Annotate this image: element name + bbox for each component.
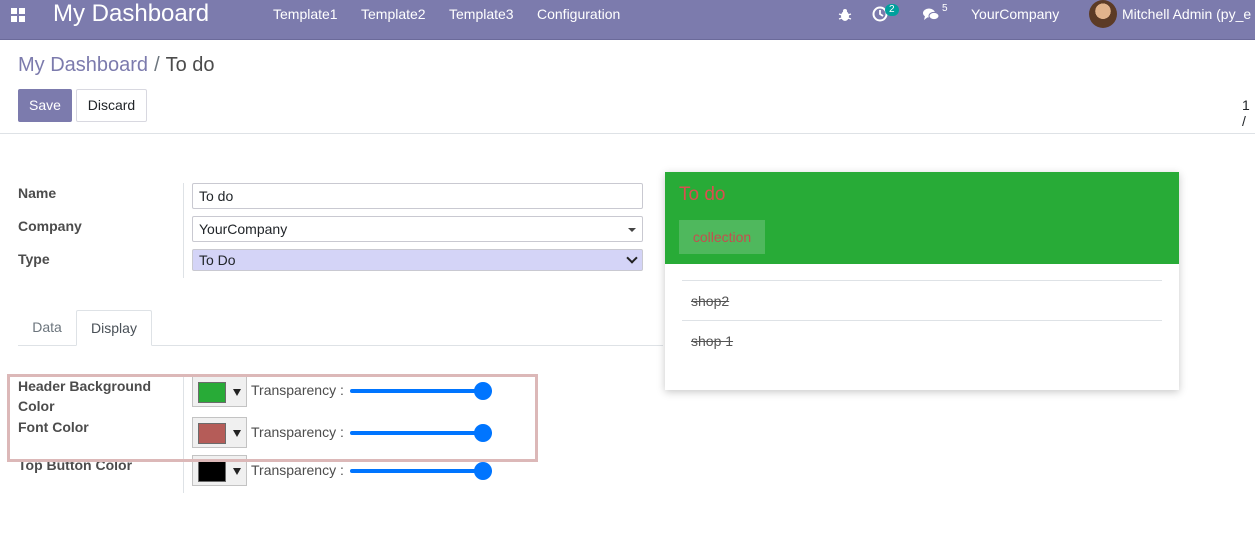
app-brand[interactable]: My Dashboard [53,1,209,27]
type-select[interactable]: To Do [192,249,643,271]
top-button-transparency-label: Transparency : [251,462,344,478]
breadcrumb-separator: / [154,54,160,76]
company-field[interactable]: YourCompany [192,216,643,242]
pager[interactable]: 1 / [1242,97,1255,129]
company-switcher[interactable]: YourCompany [971,6,1059,22]
chat-bubbles-icon[interactable] [922,7,940,22]
breadcrumb-current: To do [165,54,215,76]
list-item[interactable]: shop 1 [682,321,1162,361]
name-field[interactable]: To do [192,183,643,209]
activity-count-badge: 2 [885,4,899,16]
triangle-down-icon [233,468,241,475]
discard-button[interactable]: Discard [76,89,147,122]
menu-template1[interactable]: Template1 [273,6,338,22]
user-menu[interactable]: Mitchell Admin (py_e [1122,6,1251,22]
top-button-color-swatch [198,461,226,482]
tab-data[interactable]: Data [18,310,76,346]
control-panel: My Dashboard / To do Save Discard 1 / [0,40,1255,134]
preview-item-list: shop2 shop 1 [682,280,1162,361]
type-value: To Do [199,252,236,268]
user-avatar[interactable] [1089,0,1117,28]
chevron-down-icon[interactable] [626,252,638,264]
bug-icon[interactable] [838,8,852,22]
company-label: Company [18,218,82,234]
tab-display[interactable]: Display [76,310,152,346]
menu-template3[interactable]: Template3 [449,6,514,22]
slider-thumb[interactable] [474,462,492,480]
preview-card: To do collection shop2 shop 1 [665,172,1179,390]
name-label: Name [18,185,57,201]
highlight-box [7,374,538,462]
messages-count: 5 [942,3,948,14]
apps-grid-icon[interactable] [11,8,25,22]
list-item[interactable]: shop2 [682,281,1162,321]
preview-card-title: To do [679,184,726,205]
menu-template2[interactable]: Template2 [361,6,426,22]
save-button[interactable]: Save [18,89,72,122]
top-button-transparency-slider[interactable] [350,462,492,480]
menu-configuration[interactable]: Configuration [537,6,620,22]
form-divider [183,183,184,278]
breadcrumb-parent[interactable]: My Dashboard [18,54,148,76]
preview-card-header: To do collection [665,172,1179,264]
type-label: Type [18,251,50,267]
top-navbar: My Dashboard Template1 Template2 Templat… [0,0,1255,40]
caret-down-icon[interactable] [628,228,636,232]
breadcrumb: My Dashboard / To do [18,54,215,76]
preview-collection-button[interactable]: collection [679,220,765,254]
company-value: YourCompany [199,221,288,237]
